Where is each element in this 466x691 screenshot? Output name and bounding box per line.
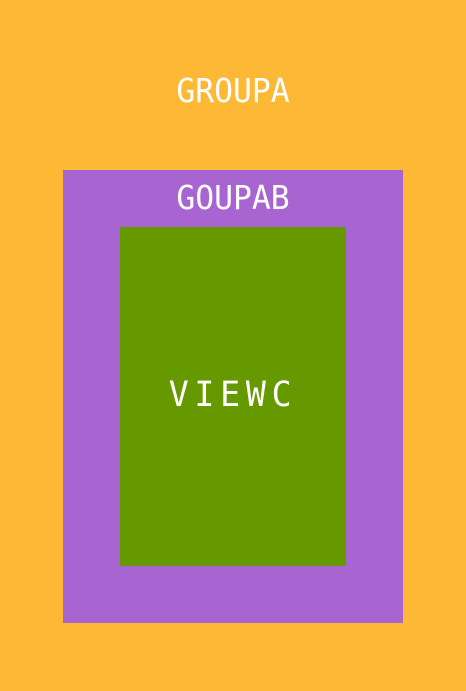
group-a-container: GROUPA GOUPAB VIEWC <box>0 0 466 691</box>
view-c-label: VIEWC <box>168 375 298 415</box>
group-b-label: GOUPAB <box>176 178 290 217</box>
view-c-box: VIEWC <box>120 227 346 566</box>
group-a-label: GROUPA <box>176 71 290 110</box>
group-b-container: GOUPAB VIEWC <box>63 170 403 623</box>
